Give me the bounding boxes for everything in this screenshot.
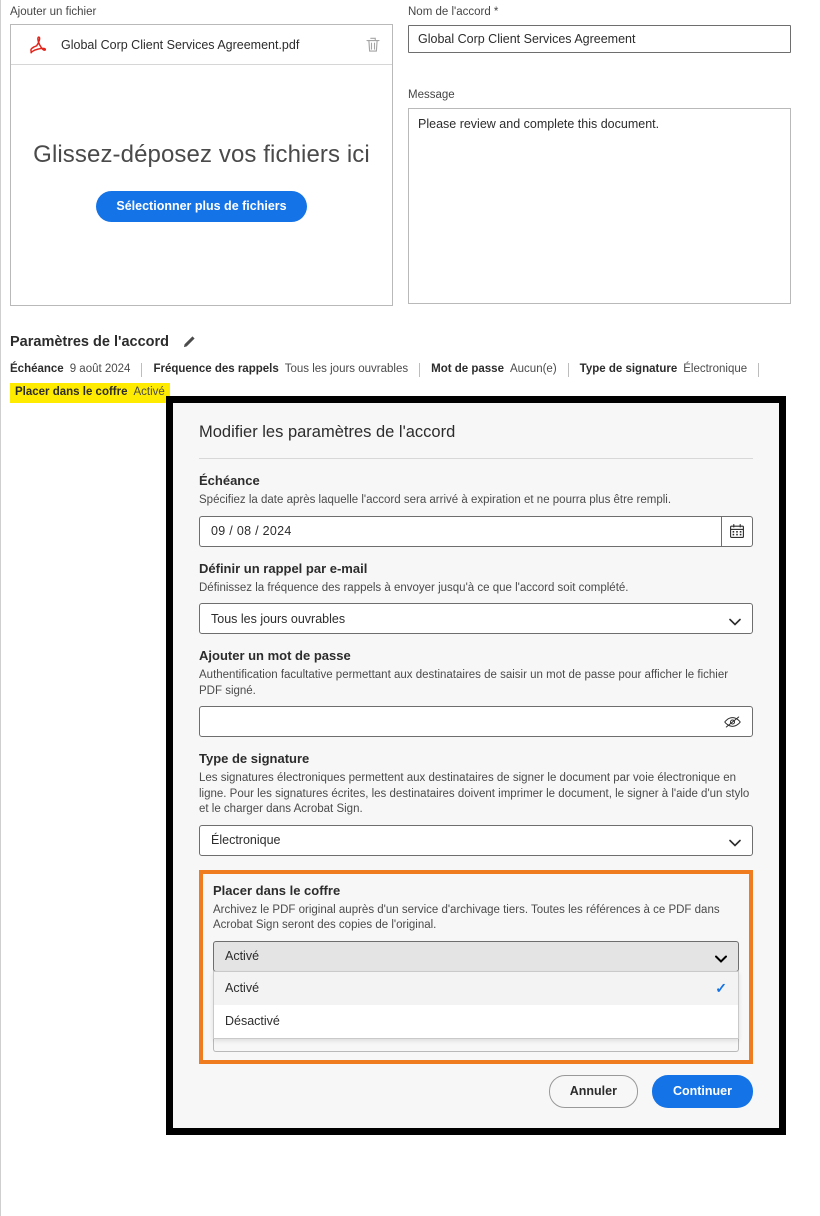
reminder-frequency-value: Tous les jours ouvrables bbox=[211, 611, 346, 626]
continue-button[interactable]: Continuer bbox=[651, 1075, 753, 1108]
reminder-frequency-select[interactable]: Tous les jours ouvrables bbox=[199, 603, 753, 634]
summary-key-signature-type: Type de signature bbox=[579, 363, 678, 375]
vault-option-enabled[interactable]: Activé ✓ bbox=[214, 971, 738, 1005]
summary-value-password: Aucun(e) bbox=[509, 363, 557, 375]
file-drop-zone[interactable]: Global Corp Client Services Agreement.pd… bbox=[10, 24, 393, 306]
page-root: Ajouter un fichier Global Corp Client Se… bbox=[0, 0, 820, 1216]
vault-heading: Placer dans le coffre bbox=[213, 882, 341, 898]
add-file-label: Ajouter un fichier bbox=[10, 6, 97, 18]
deadline-heading: Échéance bbox=[199, 473, 260, 488]
summary-separator bbox=[567, 362, 569, 377]
modal-title-divider bbox=[199, 458, 753, 459]
cancel-button[interactable]: Annuler bbox=[548, 1075, 638, 1108]
summary-value-reminder: Tous les jours ouvrables bbox=[284, 363, 409, 375]
settings-summary-row: Échéance 9 août 2024 Fréquence des rappe… bbox=[10, 361, 810, 378]
vault-option-disabled-label: Désactivé bbox=[225, 1014, 280, 1028]
settings-summary-header: Paramètres de l'accord bbox=[10, 334, 810, 350]
vault-selected-value: Activé bbox=[225, 949, 260, 963]
summary-row-vault-highlighted: Placer dans le coffre Activé bbox=[10, 383, 170, 403]
reminder-description: Définissez la fréquence des rappels à en… bbox=[199, 581, 629, 594]
settings-summary-title: Paramètres de l'accord bbox=[10, 334, 170, 350]
deadline-group: Échéance Spécifiez la date après laquell… bbox=[199, 473, 753, 547]
vault-description: Archivez le PDF original auprès d'un ser… bbox=[213, 903, 720, 932]
signature-type-group: Type de signature Les signatures électro… bbox=[199, 751, 753, 856]
deadline-date-input[interactable]: 09 / 08 / 2024 bbox=[199, 515, 721, 547]
summary-separator bbox=[419, 362, 421, 377]
summary-separator bbox=[141, 362, 143, 377]
agreement-name-section: Nom de l'accord * bbox=[408, 5, 791, 53]
chevron-down-icon bbox=[729, 615, 741, 626]
summary-value-signature-type: Électronique bbox=[683, 363, 748, 375]
modal-highlight-frame: Modifier les paramètres de l'accord Éché… bbox=[166, 396, 786, 1135]
uploaded-file-row: Global Corp Client Services Agreement.pd… bbox=[11, 25, 392, 65]
drop-zone-title: Glissez-déposez vos fichiers ici bbox=[33, 141, 370, 168]
vault-dropdown-list: Activé ✓ Désactivé bbox=[213, 970, 739, 1039]
signature-type-value: Électronique bbox=[211, 833, 281, 847]
vault-select[interactable]: Activé bbox=[213, 940, 739, 972]
chevron-down-icon bbox=[715, 952, 727, 963]
vault-field-trailing-edge bbox=[213, 1038, 739, 1052]
password-group: Ajouter un mot de passe Authentification… bbox=[199, 648, 753, 737]
summary-separator bbox=[758, 362, 760, 377]
calendar-icon[interactable] bbox=[721, 515, 753, 547]
summary-key-password: Mot de passe bbox=[431, 363, 504, 375]
modal-footer: Annuler Continuer bbox=[548, 1075, 753, 1108]
file-upload-section: Ajouter un fichier Global Corp Client Se… bbox=[10, 5, 393, 306]
signature-type-description: Les signatures électroniques permettent … bbox=[199, 772, 750, 815]
pdf-icon bbox=[27, 34, 49, 56]
summary-value-vault: Activé bbox=[133, 386, 165, 398]
vault-group-highlighted: Placer dans le coffre Archivez le PDF or… bbox=[199, 869, 753, 1064]
summary-key-deadline: Échéance bbox=[10, 363, 64, 375]
agreement-name-input[interactable] bbox=[408, 25, 791, 53]
reminder-heading: Définir un rappel par e-mail bbox=[199, 560, 368, 576]
page-left-border bbox=[0, 0, 1, 1216]
agreement-name-label: Nom de l'accord * bbox=[408, 6, 499, 18]
chevron-down-icon bbox=[729, 836, 741, 847]
summary-value-deadline: 9 août 2024 bbox=[69, 363, 131, 375]
message-label: Message bbox=[408, 89, 455, 101]
pencil-icon[interactable] bbox=[181, 334, 197, 350]
signature-type-heading: Type de signature bbox=[199, 751, 310, 766]
vault-option-disabled[interactable]: Désactivé bbox=[214, 1005, 738, 1038]
agreement-settings-summary: Paramètres de l'accord Échéance 9 août 2… bbox=[10, 334, 810, 403]
deadline-date-control: 09 / 08 / 2024 bbox=[199, 515, 753, 547]
uploaded-file-name: Global Corp Client Services Agreement.pd… bbox=[61, 37, 300, 52]
vault-option-enabled-label: Activé bbox=[225, 981, 260, 995]
password-description: Authentification facultative permettant … bbox=[199, 669, 729, 697]
message-textarea[interactable]: Please review and complete this document… bbox=[408, 108, 791, 304]
summary-key-vault: Placer dans le coffre bbox=[15, 386, 128, 398]
password-heading: Ajouter un mot de passe bbox=[199, 648, 351, 663]
eye-off-icon[interactable] bbox=[724, 715, 741, 729]
signature-type-select[interactable]: Électronique bbox=[199, 824, 753, 856]
check-icon: ✓ bbox=[715, 979, 727, 996]
modal-title: Modifier les paramètres de l'accord bbox=[199, 423, 456, 441]
message-section: Message Please review and complete this … bbox=[408, 88, 791, 309]
summary-key-reminder: Fréquence des rappels bbox=[153, 363, 279, 375]
deadline-description: Spécifiez la date après laquelle l'accor… bbox=[199, 494, 672, 506]
reminder-group: Définir un rappel par e-mail Définissez … bbox=[199, 560, 753, 634]
drop-zone-body: Glissez-déposez vos fichiers ici Sélecti… bbox=[11, 66, 392, 305]
modal-body: Échéance Spécifiez la date après laquell… bbox=[199, 473, 753, 1064]
trash-icon[interactable] bbox=[364, 35, 382, 55]
password-input[interactable] bbox=[199, 706, 753, 737]
edit-agreement-settings-modal: Modifier les paramètres de l'accord Éché… bbox=[173, 403, 779, 1128]
select-more-files-button[interactable]: Sélectionner plus de fichiers bbox=[96, 191, 307, 222]
